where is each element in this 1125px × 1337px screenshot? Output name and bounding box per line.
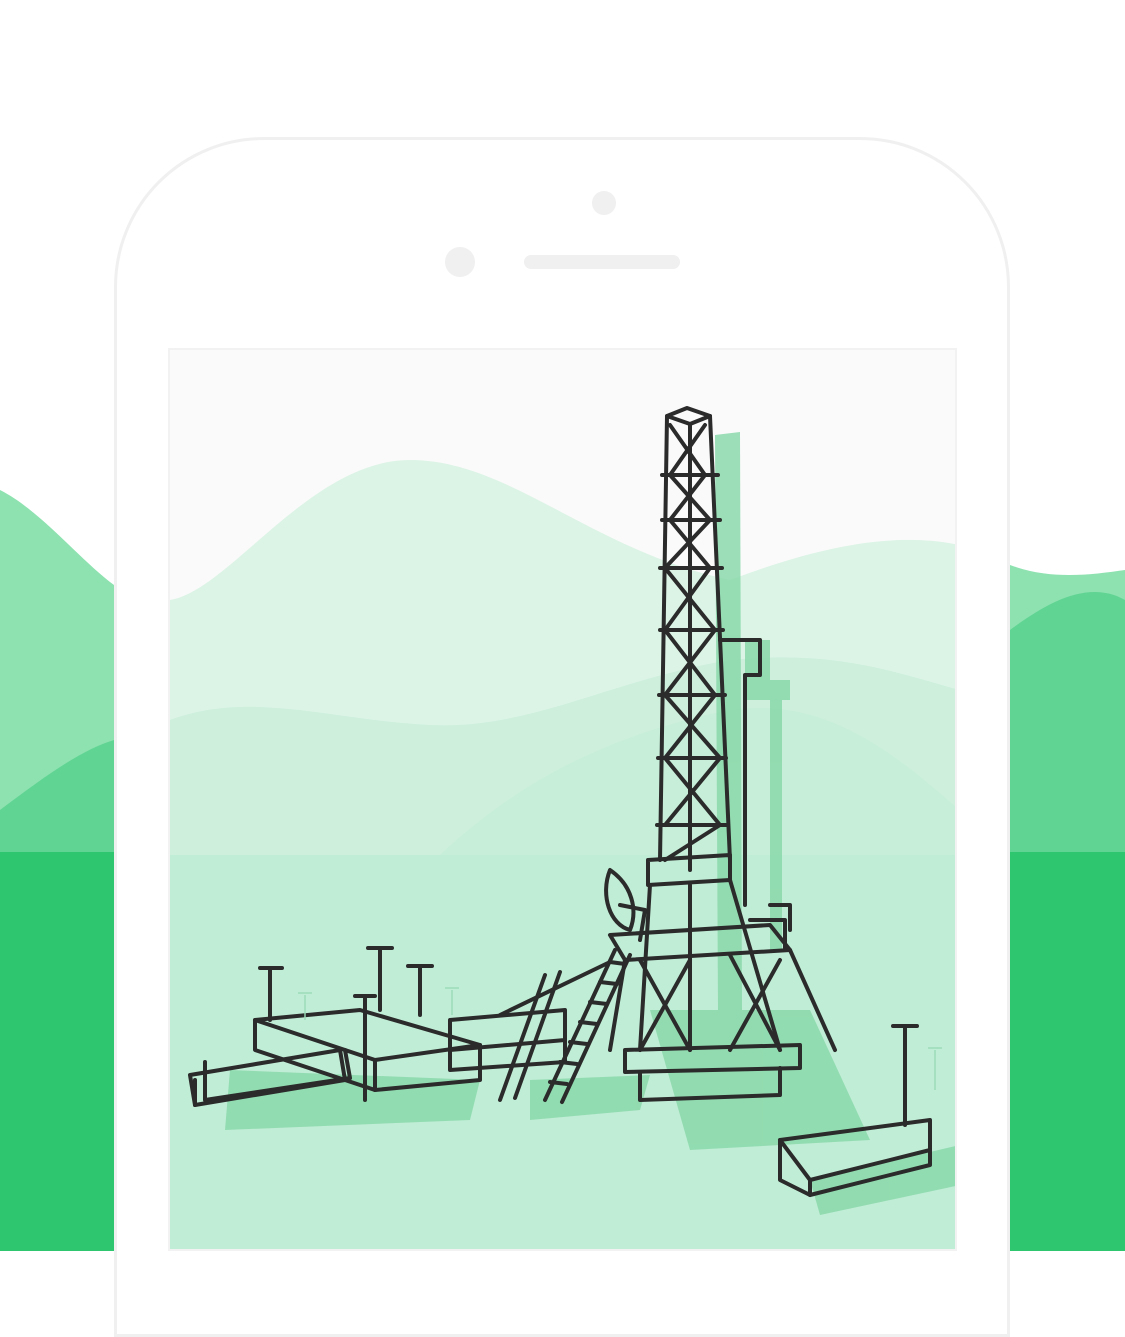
hill-right-mid bbox=[1010, 591, 1125, 860]
sensor-icon bbox=[445, 247, 475, 277]
phone-screen bbox=[168, 348, 957, 1251]
speaker-icon bbox=[524, 255, 680, 269]
camera-icon bbox=[592, 191, 616, 215]
drilling-rig-illustration bbox=[170, 406, 955, 1249]
